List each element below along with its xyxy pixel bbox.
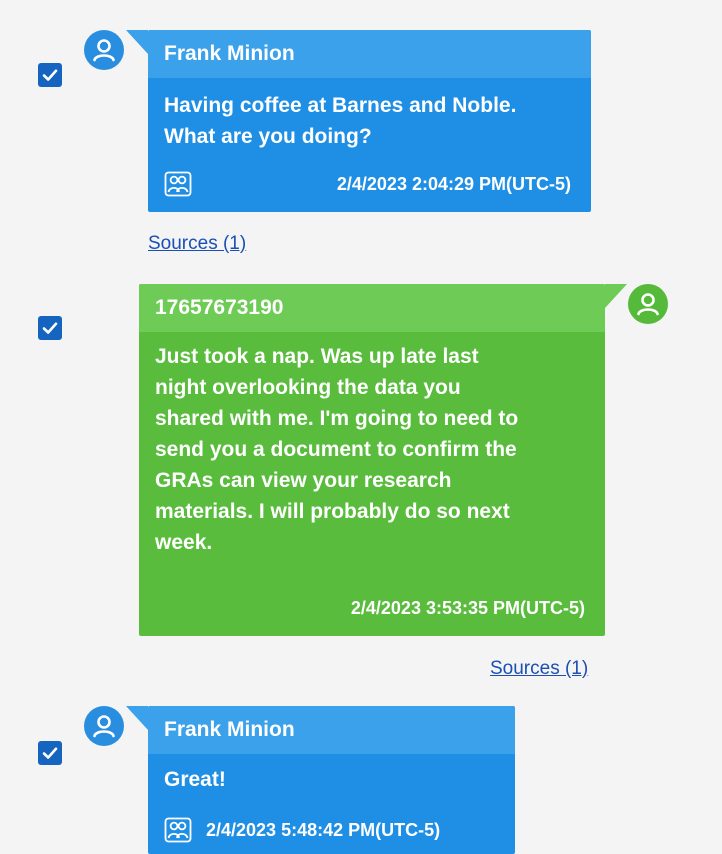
message-bubble: 17657673190 Just took a nap. Was up late… [139,284,605,636]
message-timestamp: 2/4/2023 5:48:42 PM(UTC-5) [206,819,441,840]
sources-link[interactable]: Sources (1) [490,658,588,680]
sources-link[interactable]: Sources (1) [148,233,246,255]
sender-name: 17657673190 [139,284,605,332]
bubble-tail [126,30,148,54]
sender-name: Frank Minion [148,706,515,754]
message-timestamp: 2/4/2023 3:53:35 PM(UTC-5) [350,597,585,618]
message-checkbox[interactable] [38,741,62,765]
message-bubble: Frank Minion Great! 2/4/2023 5:48:42 PM(… [148,706,515,854]
message-checkbox[interactable] [38,63,62,87]
message-timestamp: 2/4/2023 2:04:29 PM(UTC-5) [336,173,571,194]
user-avatar-icon [84,706,124,746]
group-participants-icon [164,171,192,197]
checkmark-icon [42,69,58,81]
message-checkbox[interactable] [38,316,62,340]
message-text: Just took a nap. Was up late last night … [155,345,519,554]
sender-name: Frank Minion [148,30,591,78]
bubble-tail [605,284,627,308]
checkmark-icon [42,322,58,334]
checkmark-icon [42,747,58,759]
group-participants-icon [164,817,192,843]
user-avatar-icon [84,30,124,70]
message-text: Having coffee at Barnes and Noble. What … [164,94,517,148]
bubble-tail [126,706,148,730]
message-text: Great! [164,768,226,791]
user-avatar-icon [628,284,668,324]
message-bubble: Frank Minion Having coffee at Barnes and… [148,30,591,212]
